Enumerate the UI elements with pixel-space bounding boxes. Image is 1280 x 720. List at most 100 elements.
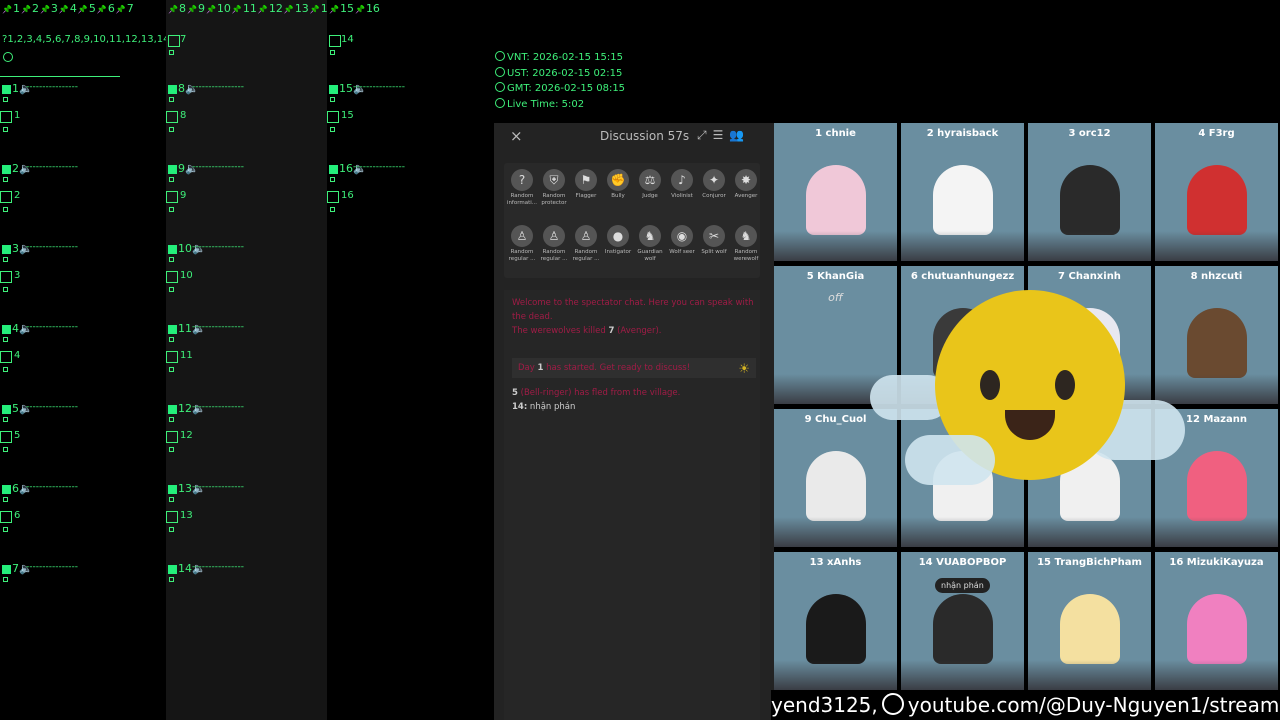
role-item[interactable]: ♞ Random werewolf <box>730 225 762 263</box>
player-card[interactable]: 2 hyraisback <box>901 123 1024 261</box>
players-icon[interactable]: 👥 <box>729 128 750 142</box>
forest-backdrop <box>774 231 897 261</box>
forest-backdrop <box>901 517 1024 547</box>
checkbox[interactable] <box>166 271 178 283</box>
dot-marker <box>3 497 8 502</box>
slot-label: 12 <box>180 430 193 441</box>
role-item[interactable]: ✂ Split wolf <box>698 225 730 256</box>
cloud <box>905 435 995 485</box>
pin-item[interactable]: 4 <box>59 2 77 15</box>
pin-item[interactable]: 7 <box>116 2 134 15</box>
dot-marker <box>330 207 335 212</box>
dash-line: ---------------- <box>192 482 244 492</box>
pin-item[interactable]: 2 <box>21 2 39 15</box>
role-item[interactable]: ✦ Conjuror <box>698 169 730 200</box>
clock-icon <box>3 52 13 62</box>
role-item[interactable]: ⚑ Flagger <box>570 169 602 200</box>
checkbox[interactable] <box>166 351 178 363</box>
expand-icon[interactable]: ⤢ <box>697 128 713 142</box>
player-card[interactable]: 15 TrangBichPham <box>1028 552 1151 690</box>
checkbox[interactable] <box>0 431 12 443</box>
pin-item[interactable]: 9 <box>187 2 205 15</box>
checkbox[interactable] <box>166 191 178 203</box>
role-item[interactable]: ♪ Violinist <box>666 169 698 200</box>
dot-marker <box>169 207 174 212</box>
player-card[interactable]: 8 nhzcuti <box>1155 266 1278 404</box>
player-slot: 15🔈 ---------------- 15 <box>327 82 487 155</box>
dash-line: ---------------- <box>26 82 78 92</box>
checkbox[interactable] <box>166 431 178 443</box>
role-icon: ⚑ <box>575 169 597 191</box>
checkbox[interactable] <box>168 35 180 47</box>
player-card[interactable]: 3 orc12 <box>1028 123 1151 261</box>
player-card[interactable]: 14 VUABOPBOP nhận phán <box>901 552 1024 690</box>
checkbox[interactable] <box>329 35 341 47</box>
menu-icon[interactable]: ☰ <box>713 128 730 142</box>
active-square <box>2 565 11 574</box>
role-item[interactable]: ◉ Wolf seer <box>666 225 698 256</box>
dot-marker <box>3 257 8 262</box>
active-square <box>168 485 177 494</box>
scrolling-ticker: yend3125, youtube.com/@Duy-Nguyen1/stream… <box>771 690 1280 720</box>
role-list: ? Random informati... ⛨ Random protector ⚑ Fl… <box>504 163 760 278</box>
role-item[interactable]: ♞ Guardian wolf <box>634 225 666 263</box>
pin-item[interactable]: 13 <box>284 2 309 15</box>
avatar <box>1187 451 1247 521</box>
forest-backdrop <box>774 517 897 547</box>
pin-item[interactable]: 6 <box>97 2 115 15</box>
checkbox[interactable] <box>0 111 12 123</box>
speech-bubble: nhận phán <box>935 578 990 593</box>
checkbox[interactable] <box>327 191 339 203</box>
role-item[interactable]: ♙ Random regular ... <box>538 225 570 263</box>
checkbox[interactable] <box>166 111 178 123</box>
role-item[interactable]: ♙ Random regular ... <box>570 225 602 263</box>
pin-item[interactable]: 15 <box>329 2 354 15</box>
dash-line: ---------------- <box>26 402 78 412</box>
player-card[interactable]: 16 MizukiKayuza <box>1155 552 1278 690</box>
role-item[interactable]: ✊ Bully <box>602 169 634 200</box>
player-card[interactable]: 13 xAnhs <box>774 552 897 690</box>
pin-item[interactable]: 3 <box>40 2 58 15</box>
slot-label: 6 <box>14 510 21 521</box>
avatar <box>1187 308 1247 378</box>
clock-icon <box>495 51 505 61</box>
player-slot: 13🔈 ---------------- 13 <box>166 482 326 555</box>
role-label: Conjuror <box>702 193 726 199</box>
player-card[interactable]: 9 Chu_Cuol <box>774 409 897 547</box>
close-button[interactable]: × <box>510 127 523 145</box>
slot-label: 10 <box>180 270 193 281</box>
checkbox[interactable] <box>0 191 12 203</box>
pin-item[interactable]: 11 <box>232 2 257 15</box>
pin-item[interactable]: 5 <box>78 2 96 15</box>
role-item[interactable]: ● Instigator <box>602 225 634 256</box>
checkbox[interactable] <box>327 111 339 123</box>
dash-line: ---------------- <box>192 402 244 412</box>
player-card[interactable]: 4 F3rg <box>1155 123 1278 261</box>
role-item[interactable]: ✸ Avenger <box>730 169 762 200</box>
chat-killed: The werewolves killed 7 (Avenger). <box>512 326 662 336</box>
player-slot: 12🔈 ---------------- 12 <box>166 402 326 475</box>
role-item[interactable]: ? Random informati... <box>506 169 538 207</box>
player-name: 5 KhanGia <box>806 271 865 282</box>
pin-item[interactable]: 1 <box>2 2 20 15</box>
player-card[interactable]: 1 chnie <box>774 123 897 261</box>
role-label: Judge <box>642 193 658 199</box>
dot-marker <box>3 177 8 182</box>
role-label: Avenger <box>734 193 758 199</box>
role-icon: ✦ <box>703 169 725 191</box>
role-item[interactable]: ♙ Random regular ... <box>506 225 538 263</box>
link-icon <box>881 693 904 715</box>
checkbox[interactable] <box>0 351 12 363</box>
role-label: Random protector <box>541 193 567 206</box>
role-item[interactable]: ⚖ Judge <box>634 169 666 200</box>
checkbox[interactable] <box>0 511 12 523</box>
role-item[interactable]: ⛨ Random protector <box>538 169 570 207</box>
player-slot: 1🔈 ---------------- 1 <box>0 82 160 155</box>
pin-item[interactable]: 12 <box>258 2 283 15</box>
pin-item[interactable]: 8 <box>168 2 186 15</box>
pin-item[interactable]: 16 <box>355 2 380 15</box>
checkbox[interactable] <box>0 271 12 283</box>
pin-item[interactable]: 10 <box>206 2 231 15</box>
checkbox[interactable] <box>166 511 178 523</box>
dash-line: ---------------- <box>353 162 405 172</box>
